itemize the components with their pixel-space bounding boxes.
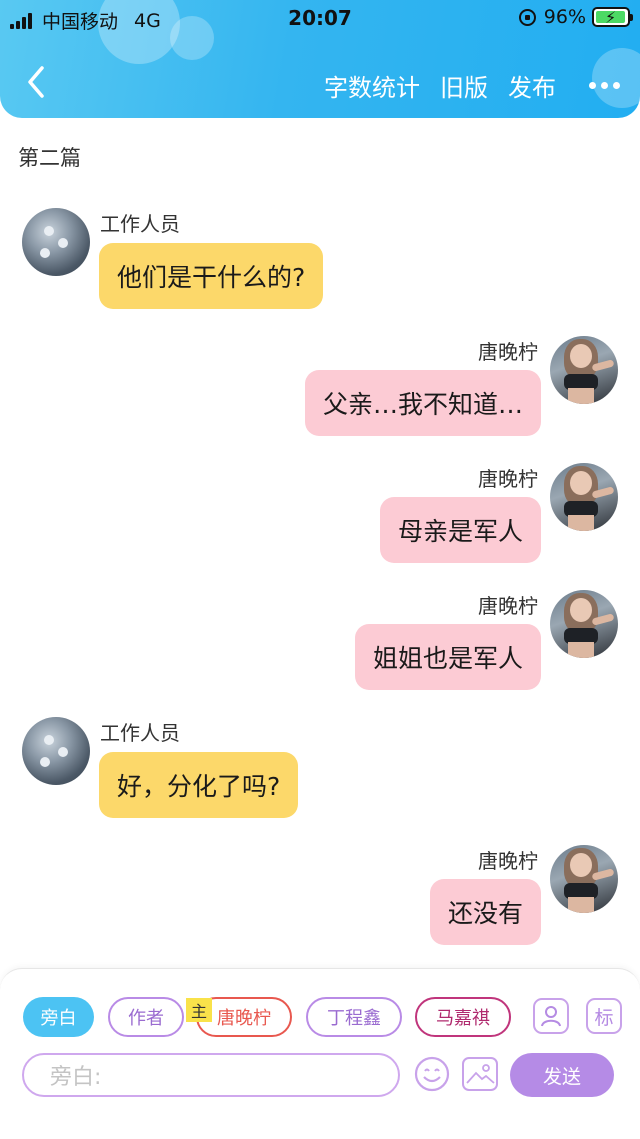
avatar-tang[interactable] xyxy=(550,845,618,913)
add-character-button[interactable] xyxy=(533,998,569,1034)
message-bubble[interactable]: 他们是干什么的? xyxy=(99,243,324,309)
message-bubble[interactable]: 还没有 xyxy=(429,879,541,945)
message-bubble[interactable]: 姐姐也是军人 xyxy=(354,624,541,690)
section-title: 第二篇 xyxy=(18,146,81,170)
role-chip-ding[interactable]: 丁程鑫 xyxy=(306,997,402,1037)
message-bubble[interactable]: 母亲是军人 xyxy=(379,497,541,563)
status-bar: 中国移动 4G 20:07 96% ⚡ xyxy=(0,0,640,36)
role-chip-narrator[interactable]: 旁白 xyxy=(23,997,94,1037)
image-button[interactable] xyxy=(462,1057,498,1091)
word-count-button[interactable]: 字数统计 xyxy=(324,68,420,103)
smiley-icon xyxy=(414,1056,450,1092)
emoji-button[interactable] xyxy=(413,1055,451,1093)
sender-name: 唐晚柠 xyxy=(478,849,538,873)
message-bubble[interactable]: 好，分化了吗? xyxy=(99,752,299,818)
message-bubble[interactable]: 父亲…我不知道… xyxy=(304,370,541,436)
composer-panel: 旁白 作者 唐晚柠 主 丁程鑫 马嘉祺 标 旁白: 发送 xyxy=(0,968,640,1139)
more-options-button[interactable] xyxy=(584,72,620,100)
sender-name: 唐晚柠 xyxy=(478,340,538,364)
sender-name: 工作人员 xyxy=(100,721,180,745)
image-icon xyxy=(466,1064,495,1084)
chevron-left-icon xyxy=(28,66,44,98)
sender-name: 唐晚柠 xyxy=(478,467,538,491)
message-input[interactable]: 旁白: xyxy=(22,1053,400,1097)
role-chip-author[interactable]: 作者 xyxy=(108,997,184,1037)
avatar-tang[interactable] xyxy=(550,463,618,531)
send-button[interactable]: 发送 xyxy=(510,1053,614,1097)
mark-button[interactable]: 标 xyxy=(586,998,622,1034)
old-version-button[interactable]: 旧版 xyxy=(440,68,488,103)
person-icon xyxy=(541,1006,561,1027)
top-header: 中国移动 4G 20:07 96% ⚡ 字数统计 旧版 发布 xyxy=(0,0,640,118)
battery-percent: 96% xyxy=(543,6,586,28)
battery-icon: ⚡ xyxy=(592,7,633,27)
main-role-badge: 主 xyxy=(186,998,212,1022)
avatar-staff[interactable] xyxy=(22,717,90,785)
avatar-staff[interactable] xyxy=(22,208,90,276)
avatar-tang[interactable] xyxy=(550,590,618,658)
role-chip-ma[interactable]: 马嘉祺 xyxy=(415,997,511,1037)
sender-name: 工作人员 xyxy=(100,212,180,236)
sender-name: 唐晚柠 xyxy=(478,594,538,618)
publish-button[interactable]: 发布 xyxy=(508,68,556,103)
back-button[interactable] xyxy=(20,62,56,102)
avatar-tang[interactable] xyxy=(550,336,618,404)
header-actions: 字数统计 旧版 发布 xyxy=(304,68,620,103)
orientation-lock-icon xyxy=(518,8,536,26)
